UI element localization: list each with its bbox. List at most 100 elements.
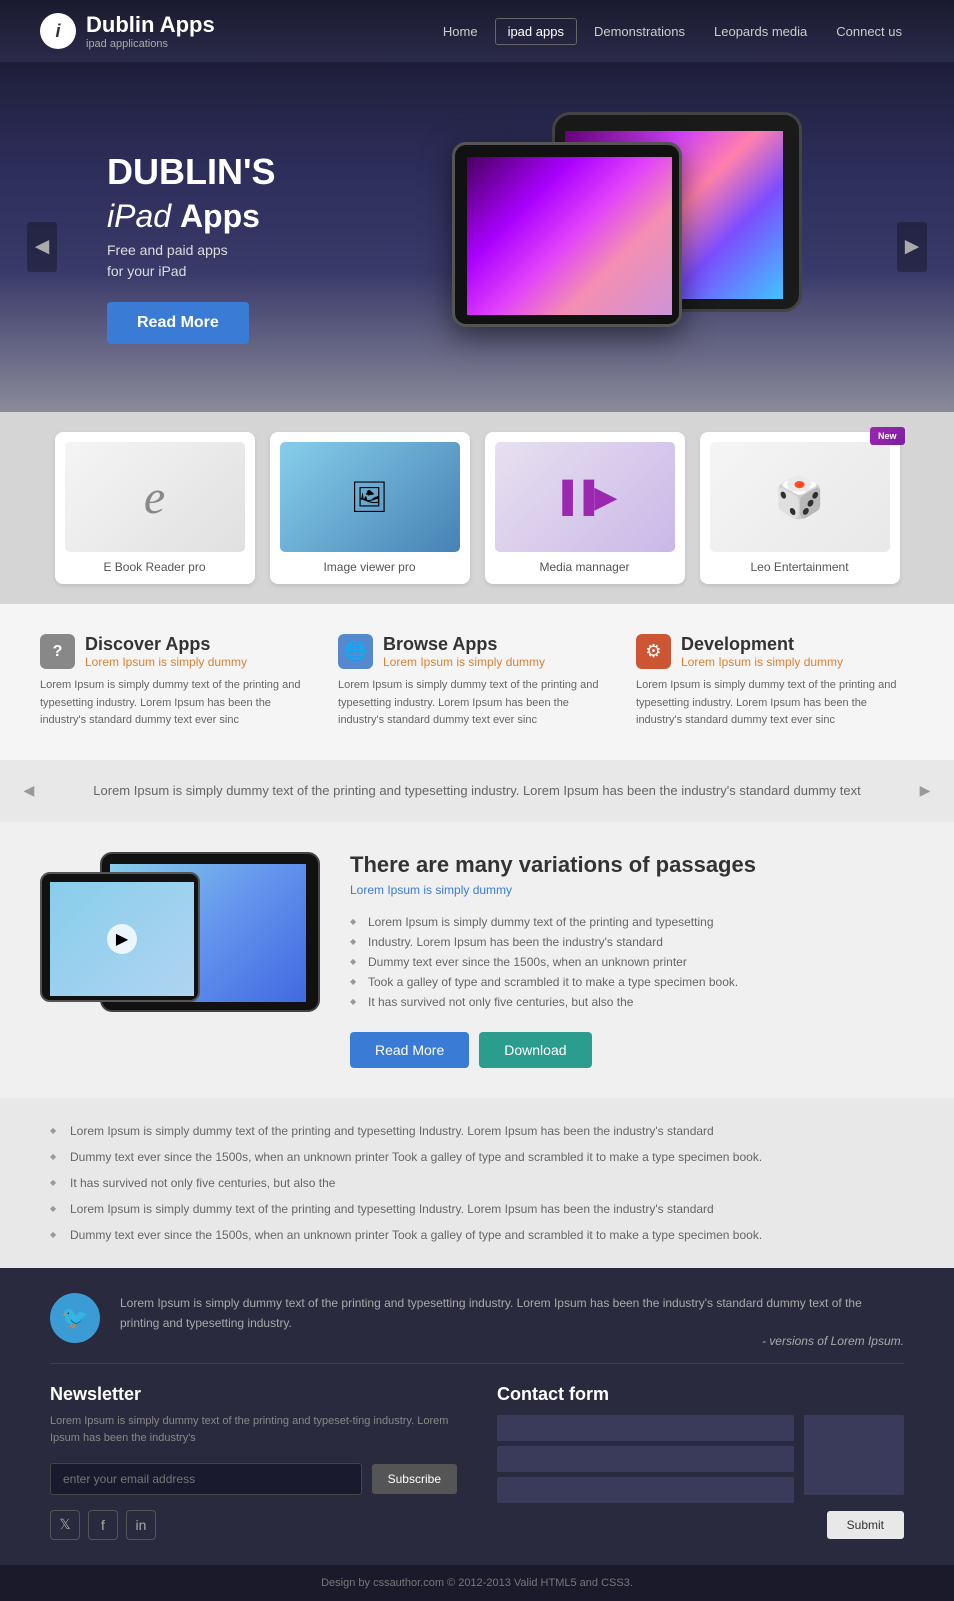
feature-browse-icon: 🌐 xyxy=(338,634,373,669)
app-card-ebook-img: e xyxy=(65,442,245,552)
footer: 🐦 Lorem Ipsum is simply dummy text of th… xyxy=(0,1268,954,1565)
logo-title: Dublin Apps xyxy=(86,12,215,38)
bottom-list: Lorem Ipsum is simply dummy text of the … xyxy=(50,1118,904,1248)
testimonial-section: ◄ Lorem Ipsum is simply dummy text of th… xyxy=(0,760,954,822)
feature-discover: ? Discover Apps Lorem Ipsum is simply du… xyxy=(40,634,318,730)
contact-submit-area: Submit xyxy=(497,1511,904,1539)
content-list: Lorem Ipsum is simply dummy text of the … xyxy=(350,912,914,1012)
content-read-more-button[interactable]: Read More xyxy=(350,1032,469,1068)
tablet-front xyxy=(452,142,682,327)
content-subtitle: Lorem Ipsum is simply dummy xyxy=(350,883,914,897)
bottom-list-section: Lorem Ipsum is simply dummy text of the … xyxy=(0,1098,954,1268)
feature-browse-title: Browse Apps xyxy=(383,634,545,655)
content-title: There are many variations of passages xyxy=(350,852,914,878)
contact-form-section: Contact form Submit xyxy=(497,1384,904,1540)
logo: i Dublin Apps ipad applications xyxy=(40,12,215,50)
newsletter-email-input[interactable] xyxy=(50,1463,362,1495)
app-card-media-img: ▐▐▶ xyxy=(495,442,675,552)
hero-next-arrow[interactable]: ► xyxy=(897,222,927,272)
feature-browse: 🌐 Browse Apps Lorem Ipsum is simply dumm… xyxy=(338,634,616,730)
hero-section: ◄ DUBLIN'S iPad Apps Free and paid apps … xyxy=(0,62,954,412)
feature-development-header: ⚙ Development Lorem Ipsum is simply dumm… xyxy=(636,634,914,669)
list-item: Dummy text ever since the 1500s, when an… xyxy=(50,1144,904,1170)
hero-title-line2: iPad Apps xyxy=(107,198,327,235)
feature-discover-subtitle: Lorem Ipsum is simply dummy xyxy=(85,655,247,669)
app-card-ebook[interactable]: e E Book Reader pro xyxy=(55,432,255,584)
hero-text: DUBLIN'S iPad Apps Free and paid apps fo… xyxy=(27,151,327,344)
content-buttons: Read More Download xyxy=(350,1032,914,1068)
linkedin-social-icon[interactable]: in xyxy=(126,1510,156,1540)
feature-discover-icon: ? xyxy=(40,634,75,669)
newsletter-form: Subscribe xyxy=(50,1463,457,1495)
app-card-leo-img: 🎲 xyxy=(710,442,890,552)
footer-quote: 🐦 Lorem Ipsum is simply dummy text of th… xyxy=(50,1293,904,1364)
contact-inputs xyxy=(497,1415,794,1503)
hero-title-line1: DUBLIN'S xyxy=(107,151,327,193)
contact-form-title: Contact form xyxy=(497,1384,904,1405)
nav-home[interactable]: Home xyxy=(431,19,490,44)
footer-credit: Design by cssauthor.com © 2012-2013 Vali… xyxy=(0,1565,954,1601)
hero-content: ◄ DUBLIN'S iPad Apps Free and paid apps … xyxy=(27,112,927,382)
app-card-leo-name: Leo Entertainment xyxy=(710,560,890,574)
feature-development-subtitle: Lorem Ipsum is simply dummy xyxy=(681,655,843,669)
device-stack: ▶ xyxy=(40,852,320,1032)
quote-author: - versions of Lorem Ipsum. xyxy=(120,1334,904,1348)
app-card-leo[interactable]: 🎲 New Leo Entertainment xyxy=(700,432,900,584)
contact-input-1[interactable] xyxy=(497,1415,794,1441)
feature-discover-titles: Discover Apps Lorem Ipsum is simply dumm… xyxy=(85,634,247,669)
content-download-button[interactable]: Download xyxy=(479,1032,591,1068)
feature-browse-subtitle: Lorem Ipsum is simply dummy xyxy=(383,655,545,669)
header: i Dublin Apps ipad applications Home ipa… xyxy=(0,0,954,62)
list-item: Industry. Lorem Ipsum has been the indus… xyxy=(350,932,914,952)
new-badge: New xyxy=(870,427,905,445)
contact-input-2[interactable] xyxy=(497,1446,794,1472)
list-item: It has survived not only five centuries,… xyxy=(50,1170,904,1196)
contact-input-3[interactable] xyxy=(497,1477,794,1503)
list-item: Lorem Ipsum is simply dummy text of the … xyxy=(350,912,914,932)
facebook-social-icon[interactable]: f xyxy=(88,1510,118,1540)
app-card-image[interactable]: 🖼 Image viewer pro xyxy=(270,432,470,584)
feature-browse-text: Lorem Ipsum is simply dummy text of the … xyxy=(338,677,616,730)
nav-demonstrations[interactable]: Demonstrations xyxy=(582,19,697,44)
app-card-ebook-name: E Book Reader pro xyxy=(65,560,245,574)
list-item: Lorem Ipsum is simply dummy text of the … xyxy=(50,1118,904,1144)
device-front-small: ▶ xyxy=(40,872,200,1002)
list-item: Took a galley of type and scrambled it t… xyxy=(350,972,914,992)
feature-discover-text: Lorem Ipsum is simply dummy text of the … xyxy=(40,677,318,730)
nav-ipad-apps[interactable]: ipad apps xyxy=(495,18,577,45)
list-item: Dummy text ever since the 1500s, when an… xyxy=(350,952,914,972)
feature-browse-header: 🌐 Browse Apps Lorem Ipsum is simply dumm… xyxy=(338,634,616,669)
hero-read-more-button[interactable]: Read More xyxy=(107,302,249,344)
list-item: Lorem Ipsum is simply dummy text of the … xyxy=(50,1196,904,1222)
newsletter-section: Newsletter Lorem Ipsum is simply dummy t… xyxy=(50,1384,457,1540)
feature-development: ⚙ Development Lorem Ipsum is simply dumm… xyxy=(636,634,914,730)
device-display xyxy=(452,112,802,362)
hero-prev-arrow[interactable]: ◄ xyxy=(27,222,57,272)
tablet-front-screen xyxy=(467,157,672,315)
nav-leopards-media[interactable]: Leopards media xyxy=(702,19,819,44)
feature-development-titles: Development Lorem Ipsum is simply dummy xyxy=(681,634,843,669)
content-section: ▶ There are many variations of passages … xyxy=(0,822,954,1098)
subscribe-button[interactable]: Subscribe xyxy=(372,1464,457,1494)
footer-bottom: Newsletter Lorem Ipsum is simply dummy t… xyxy=(50,1384,904,1540)
list-item: It has survived not only five centuries,… xyxy=(350,992,914,1012)
content-devices: ▶ xyxy=(40,852,320,1032)
contact-form xyxy=(497,1415,904,1503)
quote-content: Lorem Ipsum is simply dummy text of the … xyxy=(120,1293,904,1348)
testimonial-next-arrow[interactable]: ► xyxy=(916,780,934,801)
hero-description: Free and paid apps for your iPad xyxy=(107,240,327,282)
nav-connect-us[interactable]: Connect us xyxy=(824,19,914,44)
twitter-social-icon[interactable]: 𝕏 xyxy=(50,1510,80,1540)
app-card-media[interactable]: ▐▐▶ Media mannager xyxy=(485,432,685,584)
footer-credit-text: Design by cssauthor.com © 2012-2013 Vali… xyxy=(321,1577,633,1589)
play-button-icon[interactable]: ▶ xyxy=(107,924,137,954)
feature-browse-titles: Browse Apps Lorem Ipsum is simply dummy xyxy=(383,634,545,669)
logo-icon: i xyxy=(40,13,76,49)
logo-text: Dublin Apps ipad applications xyxy=(86,12,215,50)
testimonial-prev-arrow[interactable]: ◄ xyxy=(20,780,38,801)
quote-text: Lorem Ipsum is simply dummy text of the … xyxy=(120,1293,904,1334)
social-icons: 𝕏 f in xyxy=(50,1510,457,1540)
contact-submit-button[interactable]: Submit xyxy=(827,1511,904,1539)
contact-textarea[interactable] xyxy=(804,1415,904,1495)
testimonial-text: Lorem Ipsum is simply dummy text of the … xyxy=(60,780,894,802)
